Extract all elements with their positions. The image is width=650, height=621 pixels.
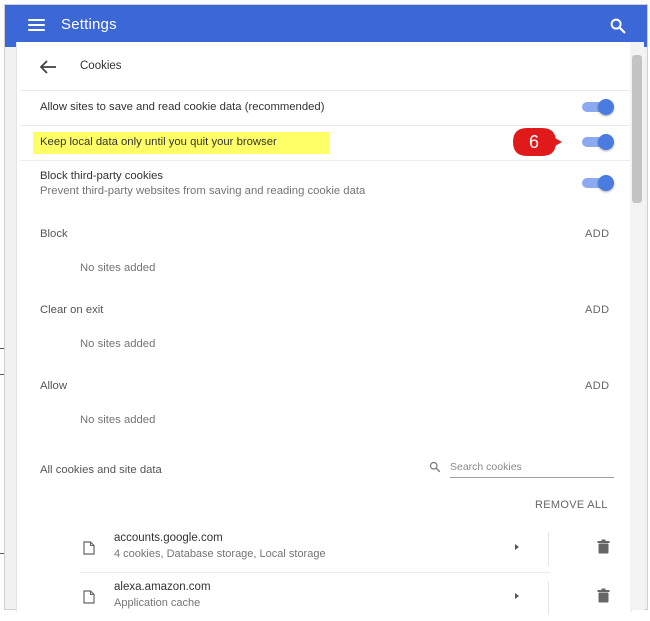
divider bbox=[20, 125, 630, 126]
block-empty-text: No sites added bbox=[80, 262, 156, 274]
allow-cookies-label: Allow sites to save and read cookie data… bbox=[40, 101, 325, 113]
app-title: Settings bbox=[61, 16, 117, 33]
divider bbox=[20, 90, 630, 91]
site-name: alexa.amazon.com bbox=[114, 581, 211, 593]
remove-all-button[interactable]: REMOVE ALL bbox=[535, 499, 608, 511]
scrollbar-thumb[interactable] bbox=[632, 55, 642, 203]
divider bbox=[80, 572, 550, 573]
edge-tick-mark bbox=[0, 348, 4, 349]
file-icon bbox=[83, 590, 95, 604]
site-details: 4 cookies, Database storage, Local stora… bbox=[114, 548, 326, 560]
block-third-party-label: Block third-party cookies bbox=[40, 170, 164, 182]
site-details: Application cache bbox=[114, 597, 201, 609]
allow-cookies-toggle[interactable] bbox=[582, 99, 614, 115]
allow-add-button[interactable]: ADD bbox=[585, 380, 609, 392]
arrow-back-icon[interactable] bbox=[38, 57, 58, 77]
block-add-button[interactable]: ADD bbox=[585, 228, 609, 240]
page-title: Cookies bbox=[80, 60, 122, 72]
block-third-party-toggle[interactable] bbox=[582, 175, 614, 191]
site-row-alexa-amazon[interactable]: alexa.amazon.com Application cache bbox=[80, 575, 630, 621]
search-icon[interactable] bbox=[609, 17, 627, 35]
clear-on-exit-empty-text: No sites added bbox=[80, 338, 156, 350]
keep-local-data-label: Keep local data only until you quit your… bbox=[40, 136, 277, 148]
edge-tick-mark bbox=[0, 553, 4, 554]
site-row-accounts-google[interactable]: accounts.google.com 4 cookies, Database … bbox=[80, 526, 630, 572]
block-third-party-description: Prevent third-party websites from saving… bbox=[40, 185, 366, 197]
search-cookies-field[interactable] bbox=[426, 457, 614, 479]
all-cookies-label: All cookies and site data bbox=[40, 464, 162, 476]
search-icon bbox=[429, 461, 441, 473]
site-name: accounts.google.com bbox=[114, 532, 223, 544]
search-cookies-input[interactable] bbox=[450, 459, 610, 475]
file-icon bbox=[83, 541, 95, 555]
callout-number: 6 bbox=[528, 132, 539, 152]
hamburger-menu-icon[interactable] bbox=[28, 19, 45, 32]
divider bbox=[548, 532, 549, 566]
section-allow-label: Allow bbox=[40, 380, 67, 392]
divider bbox=[548, 581, 549, 615]
app-header: Settings bbox=[5, 5, 647, 47]
divider bbox=[20, 160, 630, 161]
trash-icon[interactable] bbox=[597, 539, 610, 554]
edge-tick-mark bbox=[0, 374, 4, 375]
expand-arrow-icon[interactable] bbox=[513, 542, 521, 552]
allow-empty-text: No sites added bbox=[80, 414, 156, 426]
expand-arrow-icon[interactable] bbox=[513, 591, 521, 601]
keep-local-data-toggle[interactable] bbox=[582, 134, 614, 150]
section-clear-on-exit-label: Clear on exit bbox=[40, 304, 104, 316]
clear-on-exit-add-button[interactable]: ADD bbox=[585, 304, 609, 316]
trash-icon[interactable] bbox=[597, 588, 610, 603]
section-block-label: Block bbox=[40, 228, 68, 240]
